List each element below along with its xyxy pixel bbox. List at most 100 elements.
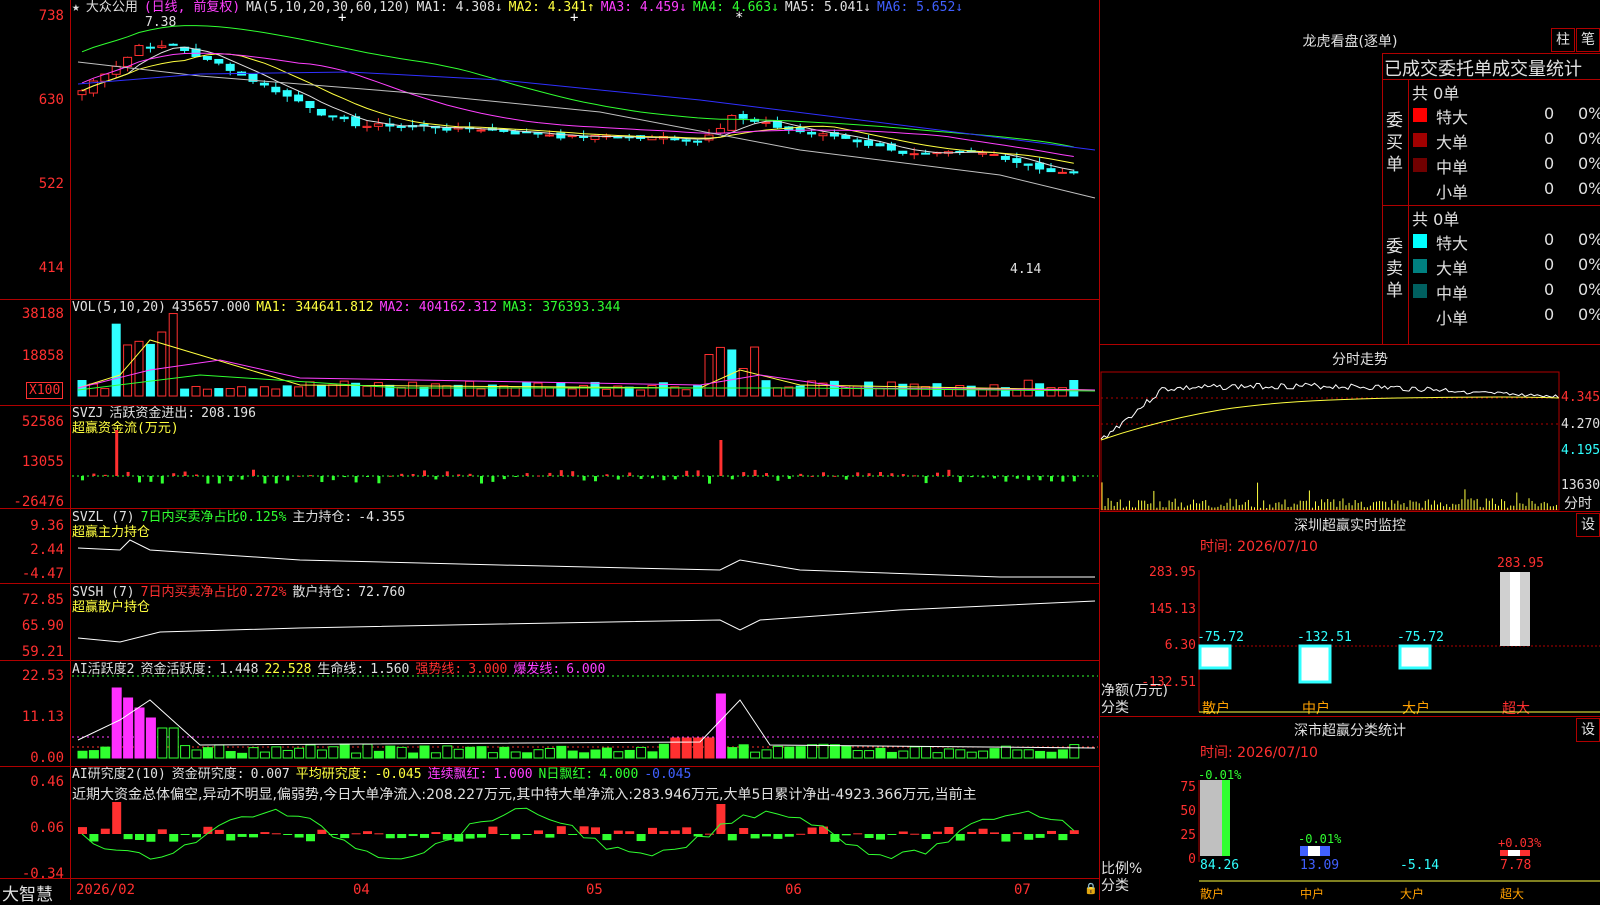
candle-body [1057,171,1067,174]
y-label: 75 [1180,780,1196,795]
candle-body [476,129,486,132]
candle-body [727,115,737,131]
classify-category: 散户 [1200,887,1225,901]
flow-bar [320,476,324,483]
research-bar [773,834,783,839]
research-bar [910,833,920,835]
classify-bar [1300,846,1330,856]
flow-bar [343,476,347,478]
candle-body [362,125,372,128]
monitor-bar-value: 283.95 [1497,556,1544,571]
dragon-tabs[interactable]: 已成交委托单成交量统计 [1384,55,1600,81]
flow-bar [1061,476,1065,482]
flow-bar [457,474,461,476]
research-bar [864,834,874,839]
flow-bar [1038,476,1042,481]
buy-row-count: 0 [1544,104,1555,123]
research-bar [876,834,885,840]
activity-bar [943,748,954,759]
research-bar [556,826,566,834]
intraday-avg-line [1100,396,1560,441]
y-label: 4.195 [1561,443,1600,458]
research-bar [431,832,441,834]
candle-body [271,86,281,93]
candle-body [852,139,862,143]
volume-bar [590,381,600,397]
sell-row-pct: 0% [1578,305,1600,324]
activity-bar [373,750,384,759]
activity-bar [898,750,909,759]
y-label: 50 [1180,804,1196,819]
flow-bar [685,470,689,476]
volume-bar [522,381,532,397]
candle-body [214,58,224,64]
flow-bar [673,476,677,480]
classify-top-label: -0.01% [1198,768,1242,782]
flow-bar [229,476,233,482]
candle-body [202,56,212,60]
volume-bar [88,383,98,397]
activity-bar [784,746,795,759]
activity-bar [921,746,932,759]
flow-bar [1050,476,1053,482]
flow-bar [981,476,985,478]
buy-row-pct: 0% [1578,179,1600,198]
buy-row-pct: 0% [1578,154,1600,173]
volume-bar [636,389,646,397]
research-bar [568,834,578,835]
research-bar [625,831,635,834]
monitor-settings-button[interactable]: 设 [1576,513,1600,537]
sell-row-count: 0 [1544,305,1555,324]
activity-bar [453,748,464,759]
bar-view-button[interactable]: 柱 [1551,28,1575,52]
buy-row-label: 大单 [1436,133,1469,152]
research-bar [374,833,384,835]
classify-bar [1200,780,1230,856]
flow-bar [160,476,164,484]
flow-bar [354,476,358,483]
intraday-frame [1100,371,1560,511]
research-bar [157,829,167,834]
classify-settings-button[interactable]: 设 [1576,718,1600,742]
research-bar [944,826,954,834]
volume-bar [202,388,212,397]
research-bar [579,826,589,834]
activity-bar [510,751,521,759]
activity-bar [100,746,111,759]
flow-bar [628,472,632,476]
volume-bar [225,388,235,397]
y-label: 6.30 [1164,638,1196,653]
activity-bar [202,747,213,759]
research-bar [249,834,258,838]
y-label: 283.95 [1149,565,1196,580]
buy-row-label: 中单 [1436,158,1469,177]
monitor-category: 大户 [1402,701,1430,717]
intraday-footer: 分时 [1564,496,1592,512]
volume-bar [408,381,418,397]
flow-bar [719,440,723,476]
activity-bar [1046,751,1057,759]
sell-row-label: 大单 [1436,259,1469,278]
flow-bar [366,476,369,477]
research-bar [1047,830,1056,834]
activity-bar [465,746,476,759]
kline-chart[interactable]: + + * [0,0,1100,900]
candle-body [134,45,144,57]
flow-bar [206,476,210,484]
research-bar [397,834,407,839]
flow-bar [309,475,312,477]
tick-view-button[interactable]: 笔 [1576,28,1600,52]
research-bar [990,832,999,834]
research-bar [123,834,133,840]
activity-bar [556,745,567,759]
sell-side-label: 委卖单 [1386,237,1403,301]
candle-body [316,108,326,116]
activity-bar [237,752,248,759]
buy-swatch [1413,133,1427,147]
divider [1382,53,1383,344]
candle-body [738,114,748,119]
research-bar [420,834,429,838]
volume-bar [442,385,452,397]
flow-bar [856,472,860,476]
candle-body [282,90,292,97]
